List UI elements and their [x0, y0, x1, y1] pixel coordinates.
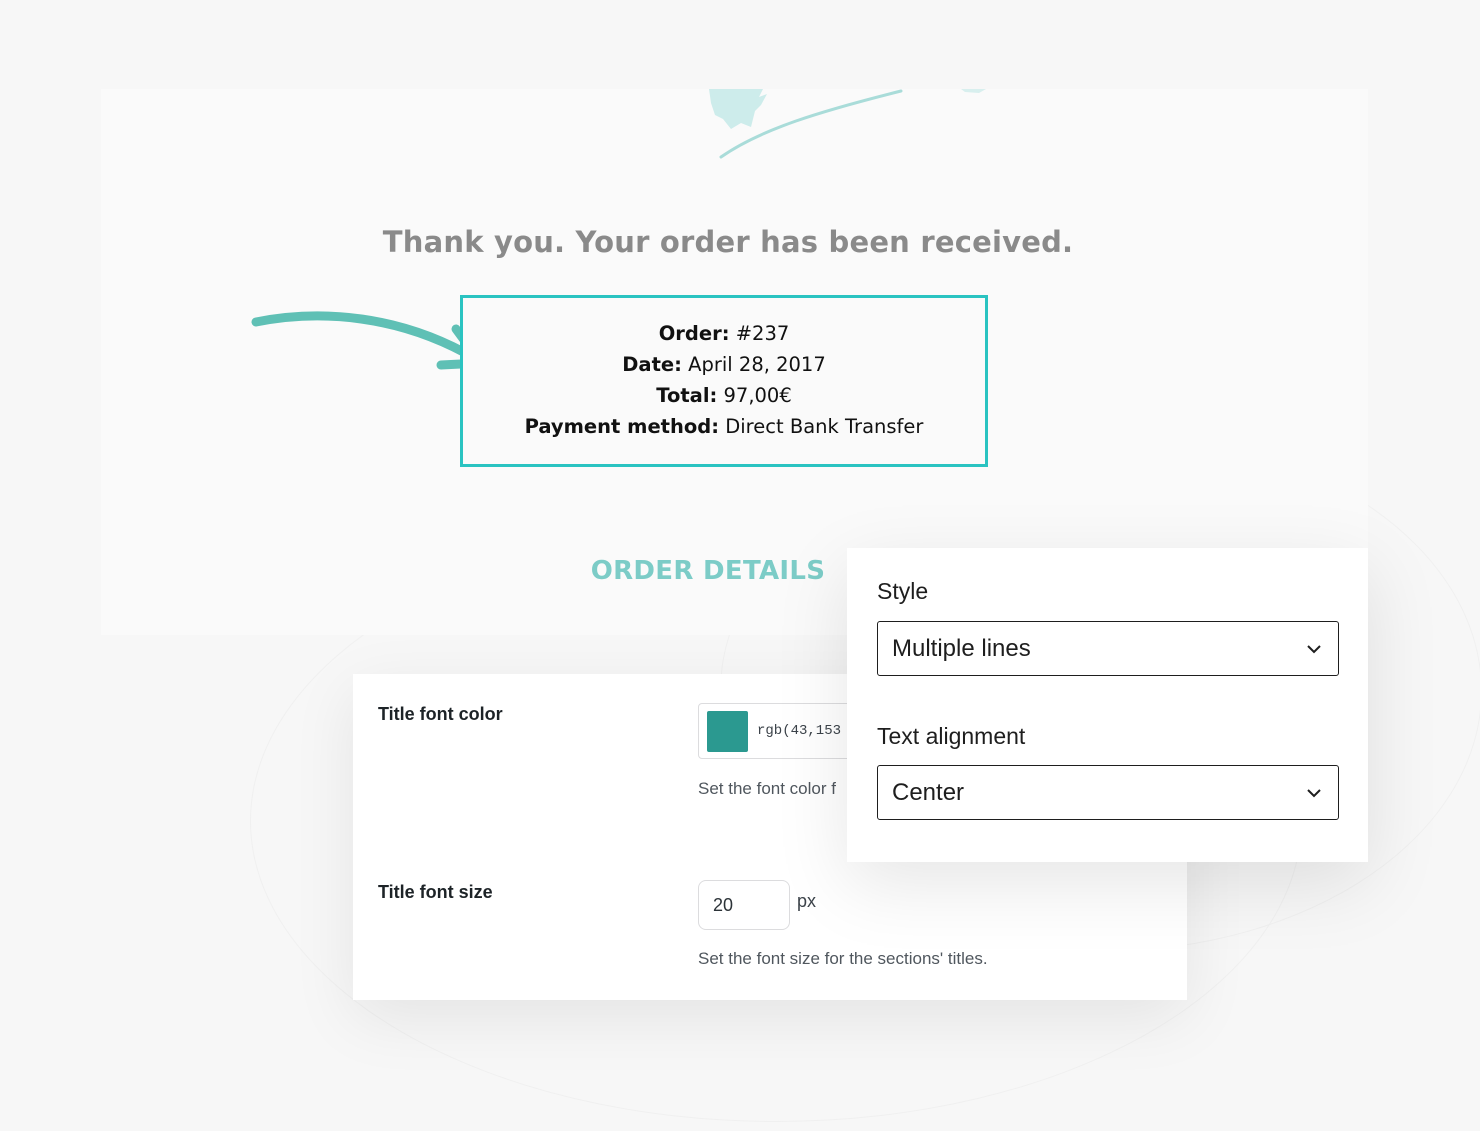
chevron-down-icon: [1307, 789, 1321, 798]
title-font-color-help: Set the font color f: [698, 779, 836, 798]
payment-method-line: Payment method: Direct Bank Transfer: [463, 411, 985, 442]
chevron-down-icon: [1307, 645, 1321, 654]
order-total-line: Total: 97,00€: [463, 380, 985, 411]
color-value-text: rgb(43,153: [757, 723, 842, 739]
screenshot-stage: Thank you. Your order has been received.…: [0, 0, 1480, 1131]
title-font-size-help: Set the font size for the sections' titl…: [698, 949, 988, 968]
order-total-label: Total:: [656, 384, 718, 407]
payment-method-value: Direct Bank Transfer: [725, 415, 924, 438]
style-select-value: Multiple lines: [892, 635, 1031, 662]
style-panel: Style Multiple lines Text alignment Cent…: [847, 548, 1368, 862]
watercolor-splash-decoration: [709, 89, 986, 159]
thank-you-heading: Thank you. Your order has been received.: [382, 225, 1074, 259]
order-date-line: Date: April 28, 2017: [463, 349, 985, 380]
text-alignment-label: Text alignment: [877, 723, 1026, 749]
style-select[interactable]: Multiple lines: [877, 621, 1339, 676]
payment-method-label: Payment method:: [524, 415, 720, 438]
order-date-label: Date:: [622, 353, 682, 376]
title-font-color-label: Title font color: [378, 704, 503, 724]
order-summary-box: Order: #237 Date: April 28, 2017 Total: …: [460, 295, 988, 467]
style-label: Style: [877, 578, 929, 604]
font-size-unit: px: [797, 891, 817, 911]
title-font-size-label: Title font size: [378, 882, 493, 902]
title-font-size-input[interactable]: [698, 880, 790, 930]
text-alignment-select-value: Center: [892, 779, 965, 806]
color-swatch[interactable]: [707, 711, 748, 752]
order-total-value: 97,00€: [723, 384, 792, 407]
order-number-line: Order: #237: [463, 318, 985, 349]
order-number-label: Order:: [658, 322, 730, 345]
text-alignment-select[interactable]: Center: [877, 765, 1339, 820]
order-number-value: #237: [735, 322, 790, 345]
order-date-value: April 28, 2017: [688, 353, 826, 376]
